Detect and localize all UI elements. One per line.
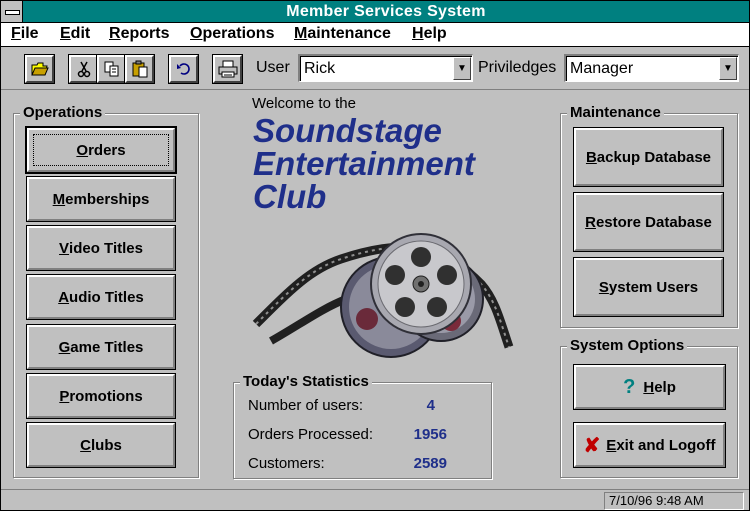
dropdown-arrow-icon[interactable]: ▼ [719, 57, 737, 80]
question-mark-icon: ? [623, 375, 636, 398]
club-name-line2: Entertainment [253, 145, 475, 182]
clubs-button[interactable]: Clubs [27, 423, 175, 467]
folder-icon [30, 62, 49, 76]
menu-operations[interactable]: Operations [190, 25, 274, 43]
system-options-group-label: System Options [567, 337, 688, 354]
status-datetime: 7/10/96 9:48 AM [604, 492, 744, 510]
copy-icon [104, 61, 118, 77]
club-name: Soundstage Entertainment Club [253, 114, 475, 213]
stat-orders-label: Orders Processed: [248, 426, 374, 443]
club-name-line1: Soundstage [253, 112, 442, 149]
privileges-label: Priviledges [478, 59, 557, 76]
menu-maintenance[interactable]: Maintenance [294, 25, 391, 43]
clipboard-icon [132, 60, 147, 78]
app-window: Member Services System File Edit Reports… [0, 0, 750, 511]
menu-file[interactable]: File [11, 25, 39, 43]
window-title: Member Services System [286, 3, 486, 20]
status-bar: 7/10/96 9:48 AM [1, 489, 749, 511]
print-button[interactable] [213, 55, 242, 83]
toolbar: User Rick ▼ Priviledges Manager ▼ [1, 47, 749, 90]
welcome-text: Welcome to the [252, 95, 356, 112]
menu-help[interactable]: Help [412, 25, 447, 43]
memberships-button[interactable]: Memberships [27, 177, 175, 221]
undo-icon [176, 63, 190, 75]
stat-orders-value: 1956 [413, 426, 447, 443]
open-folder-button[interactable] [25, 55, 54, 83]
system-menu-icon[interactable] [1, 1, 23, 22]
undo-button[interactable] [169, 55, 198, 83]
menu-reports[interactable]: Reports [109, 25, 169, 43]
user-label: User [256, 59, 290, 76]
maintenance-group-label: Maintenance [567, 104, 664, 121]
orders-button[interactable]: Orders [27, 128, 175, 172]
video-titles-button[interactable]: Video Titles [27, 226, 175, 270]
dropdown-arrow-icon[interactable]: ▼ [453, 57, 471, 80]
system-users-button[interactable]: System Users [574, 258, 723, 316]
menu-edit[interactable]: Edit [60, 25, 90, 43]
user-value: Rick [304, 60, 336, 77]
statistics-group-label: Today's Statistics [240, 373, 372, 390]
printer-icon [218, 60, 237, 78]
privileges-select[interactable]: Manager ▼ [564, 54, 739, 82]
copy-button[interactable] [97, 55, 126, 83]
user-select[interactable]: Rick ▼ [298, 54, 473, 82]
stat-customers-value: 2589 [413, 455, 447, 472]
help-button[interactable]: ? Help [574, 365, 725, 409]
cut-button[interactable] [69, 55, 98, 83]
film-reel-logo-icon [252, 233, 514, 358]
restore-database-button[interactable]: Restore Database [574, 193, 723, 251]
club-name-line3: Club [253, 178, 327, 215]
red-x-icon: ✘ [583, 434, 601, 457]
stat-customers-label: Customers: [248, 455, 325, 472]
backup-database-button[interactable]: Backup Database [574, 128, 723, 186]
stat-users-value: 4 [426, 397, 435, 414]
promotions-button[interactable]: Promotions [27, 374, 175, 418]
menu-bar: File Edit Reports Operations Maintenance… [1, 23, 749, 47]
exit-logoff-button[interactable]: ✘ Exit and Logoff [574, 423, 725, 467]
paste-button[interactable] [125, 55, 154, 83]
stat-users-label: Number of users: [248, 397, 364, 414]
operations-group-label: Operations [20, 104, 106, 121]
title-bar[interactable]: Member Services System [1, 1, 749, 23]
game-titles-button[interactable]: Game Titles [27, 325, 175, 369]
scissors-icon [77, 61, 90, 78]
privileges-value: Manager [570, 60, 634, 77]
audio-titles-button[interactable]: Audio Titles [27, 275, 175, 319]
